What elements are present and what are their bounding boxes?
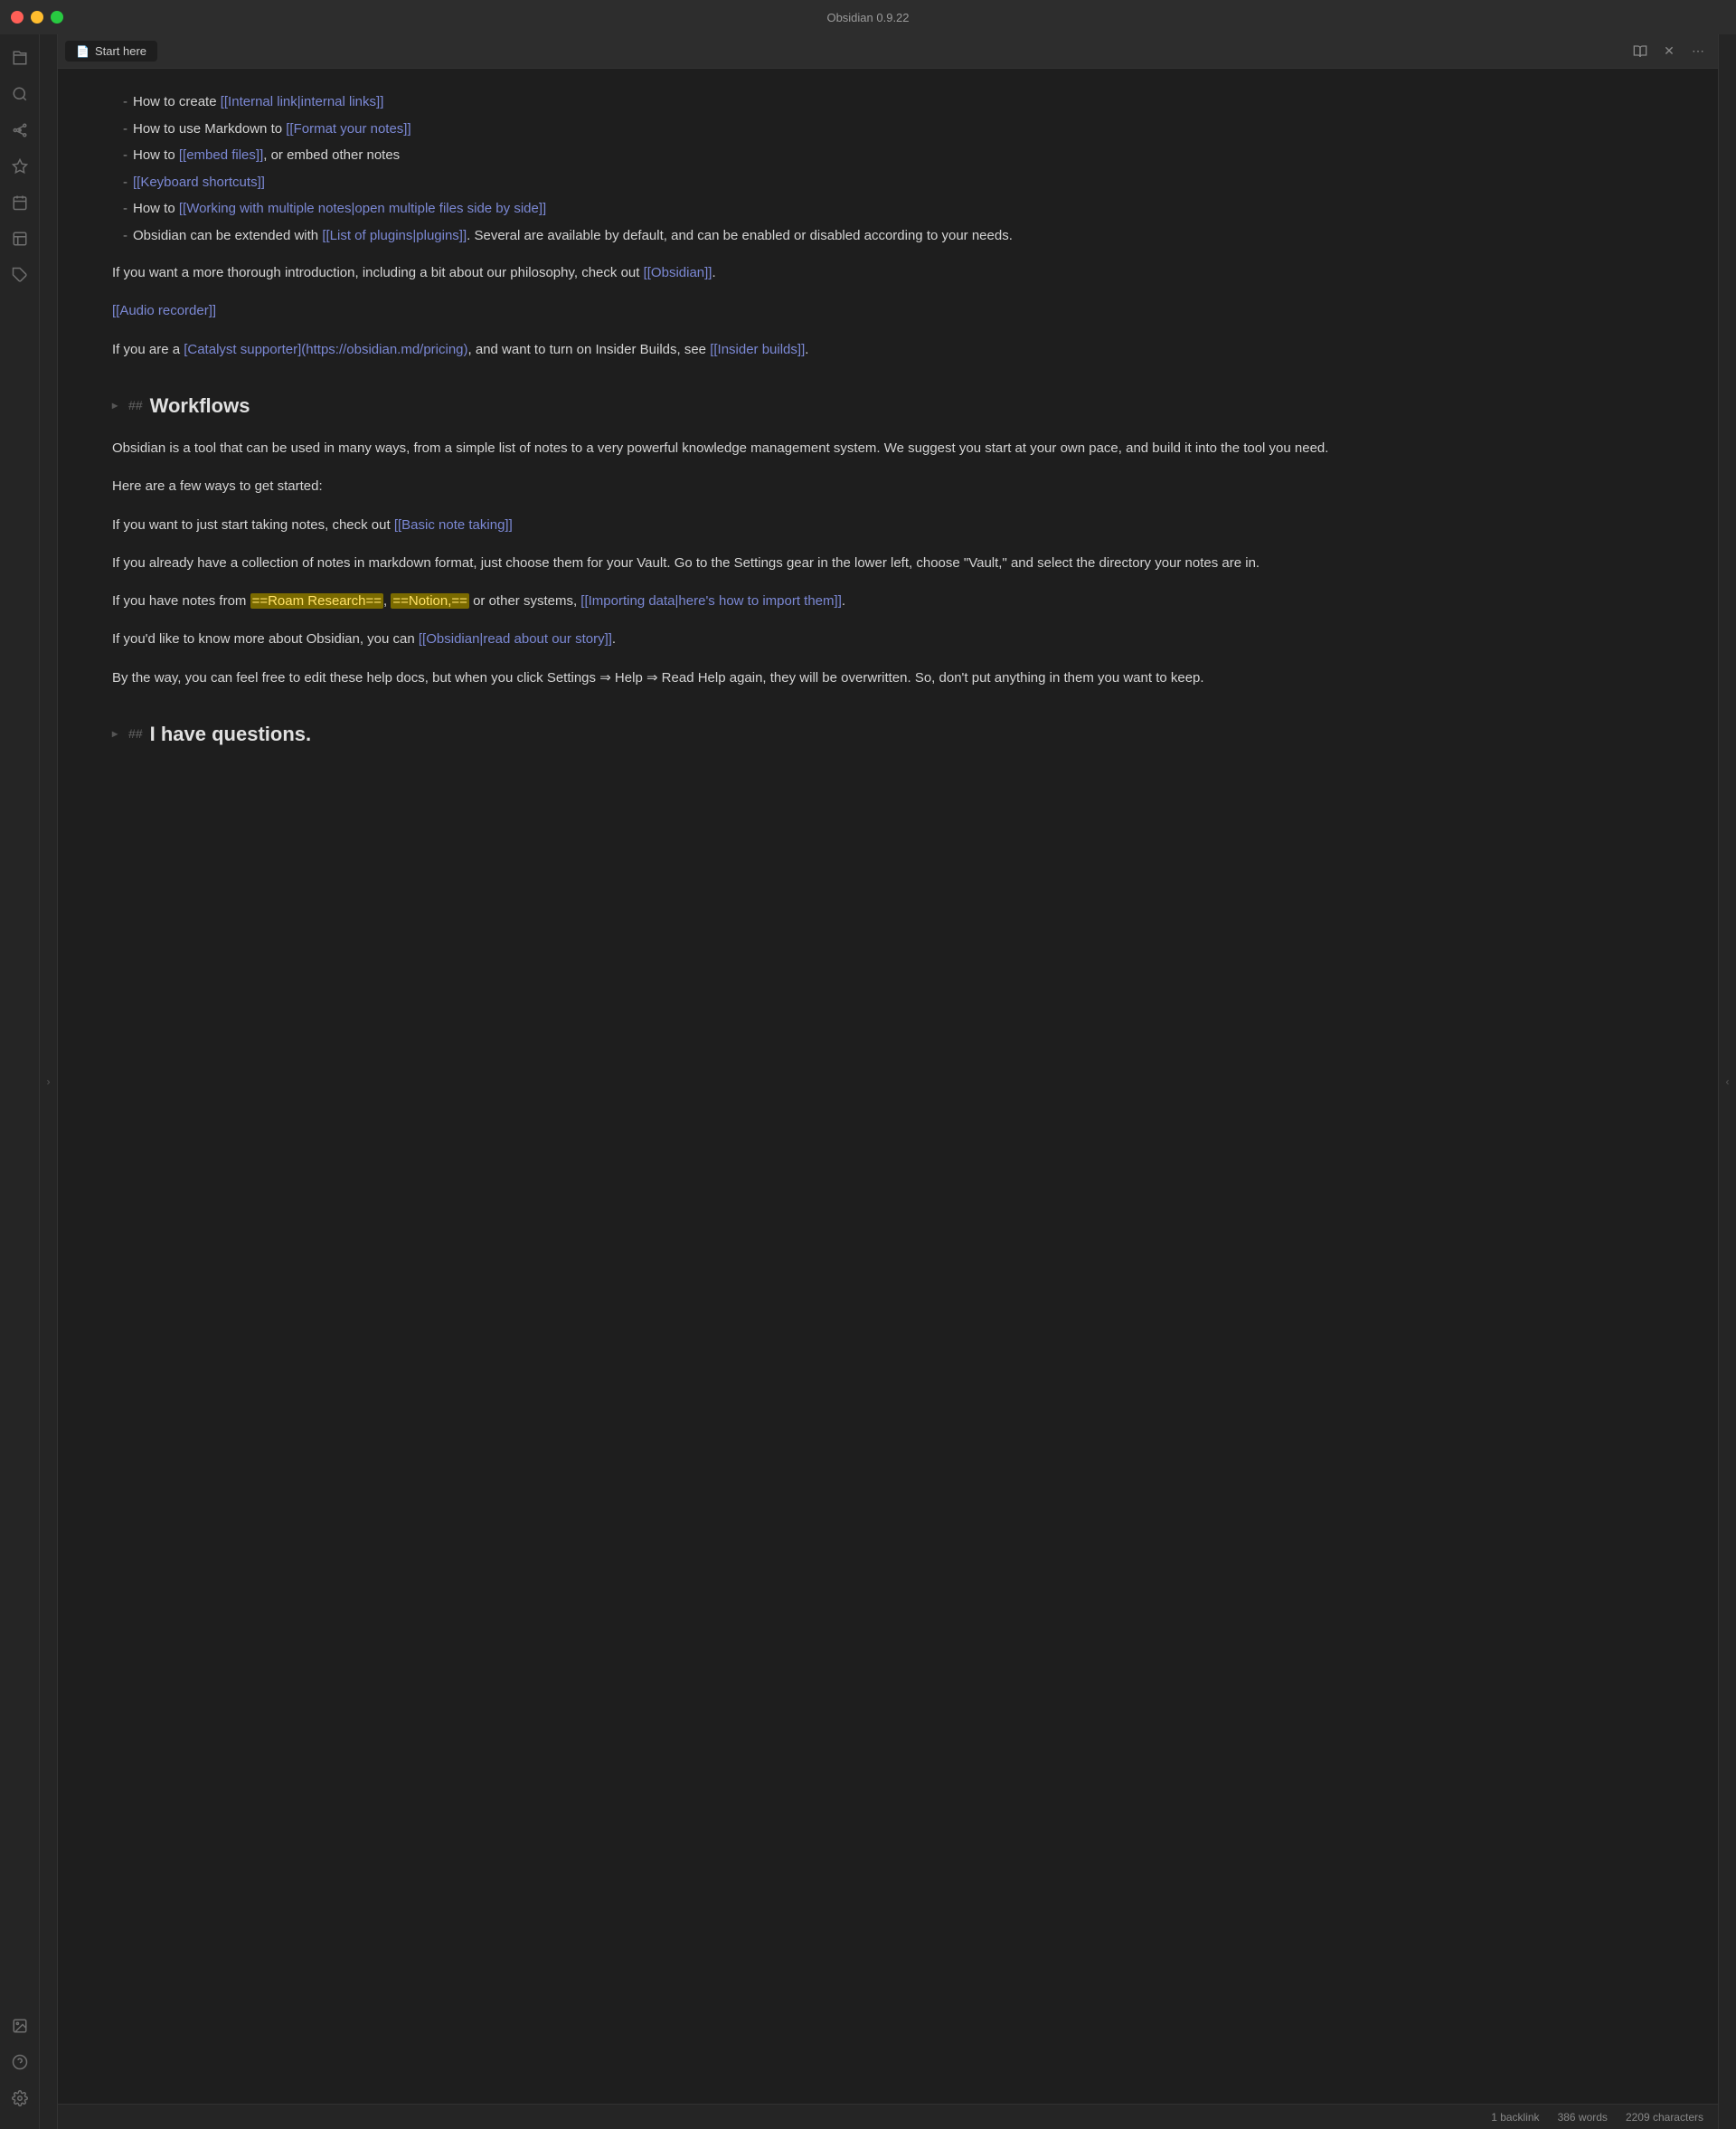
reader-view-button[interactable] (1628, 39, 1653, 64)
vault-paragraph: If you already have a collection of note… (112, 552, 1664, 575)
tab-bar: 📄 Start here ✕ ⋯ (58, 34, 1718, 69)
collapse-icon[interactable]: ▸ (112, 396, 118, 414)
sidebar-item-search[interactable] (4, 78, 36, 110)
overwrite-paragraph: By the way, you can feel free to edit th… (112, 667, 1664, 690)
list-item-text: How to [[embed files]], or embed other n… (133, 144, 400, 167)
heading-text: Workflows (150, 389, 250, 422)
heading-marker-2: ## (128, 724, 143, 745)
app-layout: › 📄 Start here ✕ ⋯ - (0, 34, 1736, 2129)
list-item: - How to [[embed files]], or embed other… (112, 144, 1664, 167)
workflows-para2: Here are a few ways to get started: (112, 475, 1664, 498)
list-item: - How to use Markdown to [[Format your n… (112, 118, 1664, 141)
keyboard-shortcuts-link[interactable]: [[Keyboard shortcuts]] (133, 175, 265, 190)
sidebar-toggle-right[interactable]: ‹ (1718, 34, 1736, 2129)
obsidian-story-link[interactable]: [[Obsidian|read about our story]] (419, 631, 612, 647)
app-title: Obsidian 0.9.22 (826, 11, 909, 24)
bullet: - (123, 144, 127, 167)
story-paragraph: If you'd like to know more about Obsidia… (112, 628, 1664, 651)
insider-builds-link[interactable]: [[Insider builds]] (710, 342, 805, 357)
tab-title: Start here (95, 44, 146, 58)
bullet: - (123, 197, 127, 221)
file-icon: 📄 (76, 45, 90, 58)
workflows-heading: ▸ ## Workflows (112, 389, 1664, 422)
tab-start-here[interactable]: 📄 Start here (65, 41, 157, 62)
list-item: - Obsidian can be extended with [[List o… (112, 224, 1664, 248)
workflows-para1: Obsidian is a tool that can be used in m… (112, 437, 1664, 460)
sidebar-bottom (4, 2010, 36, 2122)
catalyst-link[interactable]: [Catalyst supporter](https://obsidian.md… (184, 342, 467, 357)
notion-highlight: ==Notion,== (391, 593, 469, 609)
basic-notes-paragraph: If you want to just start taking notes, … (112, 514, 1664, 537)
minimize-button[interactable] (31, 11, 43, 24)
backlinks-status: 1 backlink (1491, 2111, 1539, 2124)
vault-para-text: If you already have a collection of note… (112, 555, 1260, 571)
questions-heading: ▸ ## I have questions. (112, 717, 1664, 751)
window-controls (11, 11, 63, 24)
list-item-text: How to create [[Internal link|internal l… (133, 90, 383, 114)
words-status: 386 words (1558, 2111, 1608, 2124)
importing-data-link[interactable]: [[Importing data|here's how to import th… (580, 593, 842, 609)
collapse-icon-2[interactable]: ▸ (112, 724, 118, 743)
import-paragraph: If you have notes from ==Roam Research==… (112, 590, 1664, 613)
audio-recorder-link[interactable]: [[Audio recorder]] (112, 303, 216, 318)
bullet: - (123, 118, 127, 141)
format-notes-link[interactable]: [[Format your notes]] (286, 121, 410, 137)
embed-files-link[interactable]: [[embed files]] (179, 147, 263, 163)
chevron-right-icon: › (47, 1075, 51, 1088)
obsidian-link[interactable]: [[Obsidian]] (644, 265, 712, 280)
roam-highlight: ==Roam Research== (250, 593, 383, 609)
list-item-text: [[Keyboard shortcuts]] (133, 171, 265, 194)
more-options-button[interactable]: ⋯ (1685, 39, 1711, 64)
list-item-text: How to [[Working with multiple notes|ope… (133, 197, 546, 221)
list-item: - How to create [[Internal link|internal… (112, 90, 1664, 114)
sidebar-item-help[interactable] (4, 2046, 36, 2078)
list-item-text: Obsidian can be extended with [[List of … (133, 224, 1013, 248)
bullet: - (123, 171, 127, 194)
overwrite-para-text: By the way, you can feel free to edit th… (112, 670, 1204, 686)
titlebar: Obsidian 0.9.22 (0, 0, 1736, 34)
sidebar-item-starred[interactable] (4, 150, 36, 183)
multiple-notes-link[interactable]: [[Working with multiple notes|open multi… (179, 201, 546, 216)
sidebar-toggle-left[interactable]: › (40, 34, 58, 2129)
sidebar-item-files[interactable] (4, 42, 36, 74)
sidebar-item-tags[interactable] (4, 259, 36, 291)
bullet: - (123, 224, 127, 248)
characters-status: 2209 characters (1626, 2111, 1703, 2124)
workflows-content: Obsidian is a tool that can be used in m… (112, 437, 1664, 690)
bullet: - (123, 90, 127, 114)
heading-marker: ## (128, 395, 143, 417)
intro-paragraph: If you want a more thorough introduction… (112, 261, 1664, 285)
internal-links-link[interactable]: [[Internal link|internal links]] (221, 94, 384, 109)
workflows-para1-text: Obsidian is a tool that can be used in m… (112, 440, 1328, 456)
catalyst-paragraph: If you are a [Catalyst supporter](https:… (112, 338, 1664, 362)
basic-note-taking-link[interactable]: [[Basic note taking]] (394, 517, 513, 533)
status-bar: 1 backlink 386 words 2209 characters (58, 2104, 1718, 2129)
chevron-left-icon: ‹ (1726, 1075, 1730, 1088)
list-item: - [[Keyboard shortcuts]] (112, 171, 1664, 194)
sidebar-left (0, 34, 40, 2129)
close-button[interactable] (11, 11, 24, 24)
sidebar-item-media[interactable] (4, 2010, 36, 2042)
close-tab-button[interactable]: ✕ (1656, 39, 1682, 64)
editor-container: 📄 Start here ✕ ⋯ - How to create [[Inter… (58, 34, 1718, 2129)
questions-heading-text: I have questions. (150, 717, 312, 751)
sidebar-item-graph[interactable] (4, 114, 36, 147)
list-item-text: How to use Markdown to [[Format your not… (133, 118, 411, 141)
maximize-button[interactable] (51, 11, 63, 24)
workflows-para2-text: Here are a few ways to get started: (112, 478, 323, 494)
editor-content[interactable]: - How to create [[Internal link|internal… (58, 69, 1718, 2104)
list-item: - How to [[Working with multiple notes|o… (112, 197, 1664, 221)
plugins-link[interactable]: [[List of plugins|plugins]] (322, 228, 467, 243)
sidebar-item-settings[interactable] (4, 2082, 36, 2115)
sidebar-item-templates[interactable] (4, 222, 36, 255)
audio-recorder-paragraph: [[Audio recorder]] (112, 299, 1664, 323)
sidebar-item-calendar[interactable] (4, 186, 36, 219)
tab-actions: ✕ ⋯ (1628, 39, 1711, 64)
